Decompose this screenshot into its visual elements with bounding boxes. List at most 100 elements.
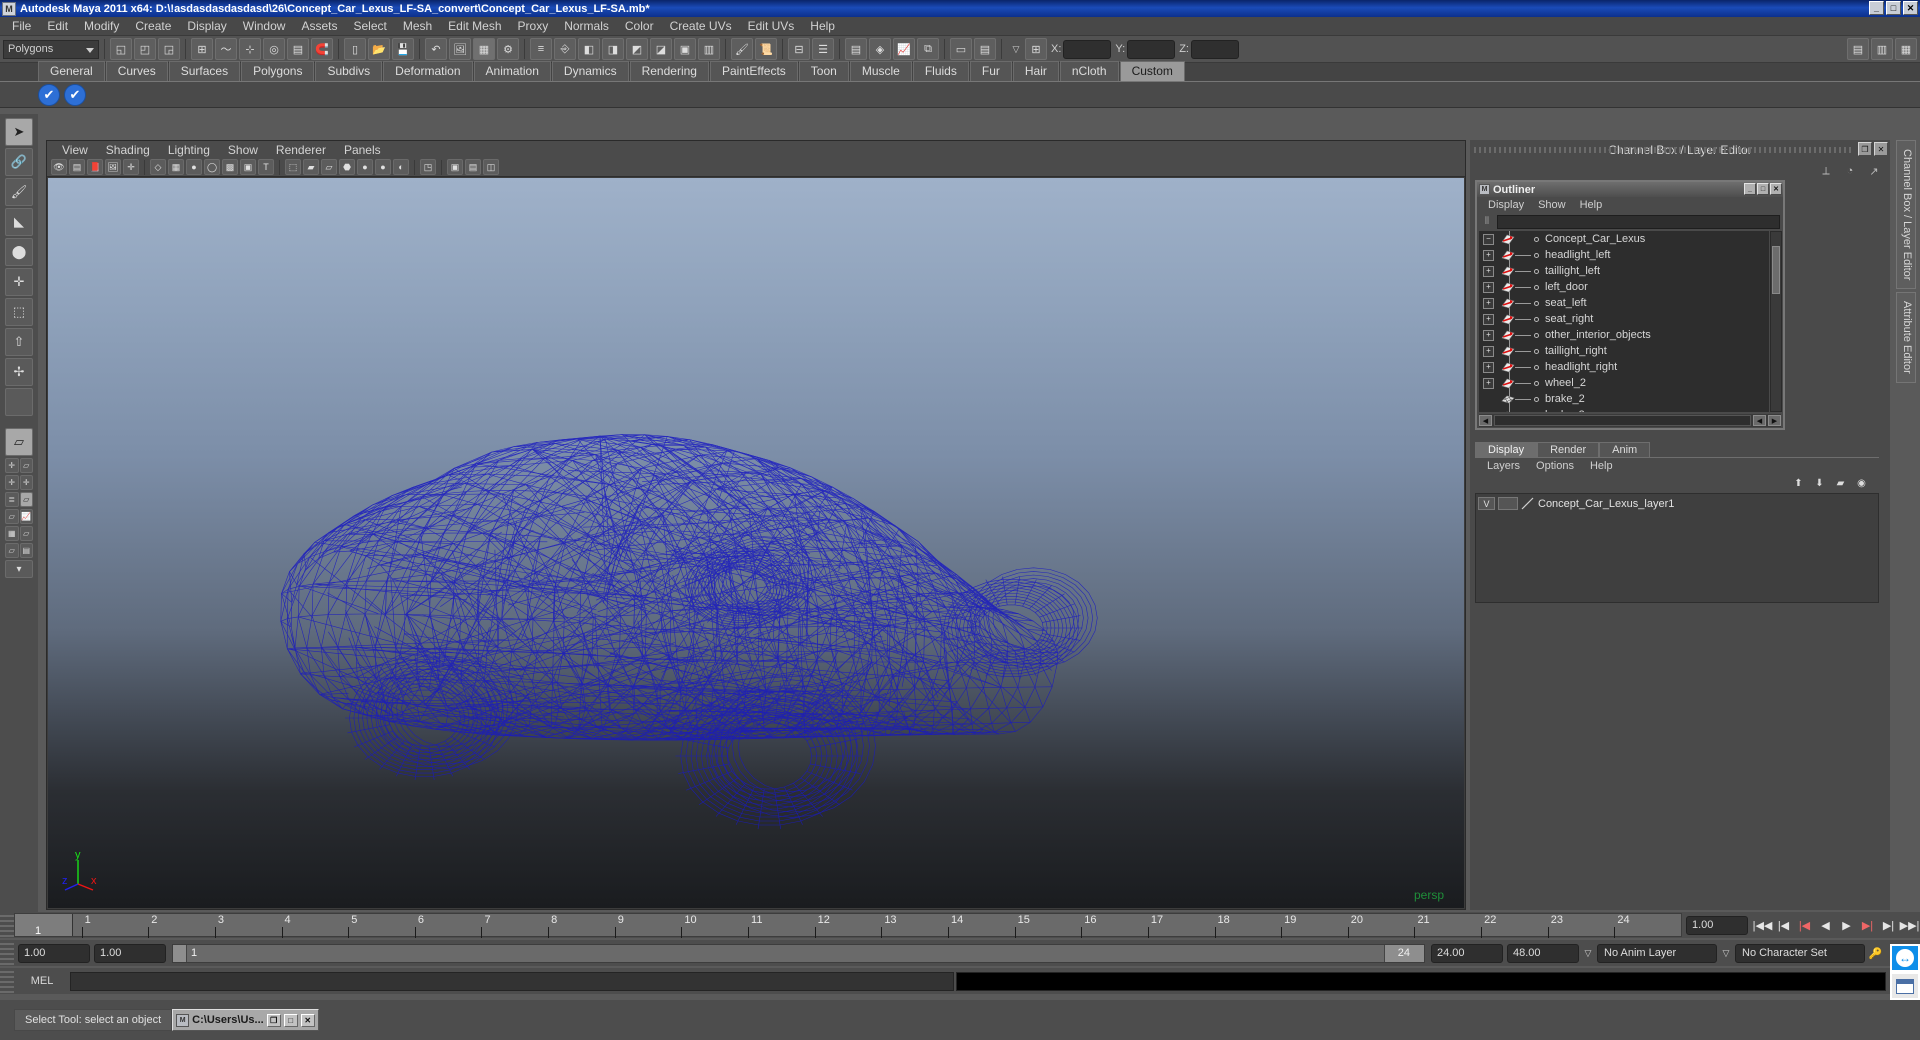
rotate-tool[interactable]: ⬤ [5,238,33,266]
select-by-object-icon[interactable]: ◰ [134,38,156,60]
viewport-menu-show[interactable]: Show [219,142,267,158]
range-track[interactable]: 1 24 [172,943,1425,963]
shelf-tab-ncloth[interactable]: nCloth [1059,61,1119,81]
range-left-handle[interactable] [173,944,187,962]
anim-layer-dropdown-icon[interactable]: ▽ [1579,944,1597,963]
four-view-layout[interactable]: ✛ [5,458,19,473]
close-button[interactable]: ✕ [300,1013,315,1027]
absolute-relative-transform-icon[interactable]: ⊞ [1025,38,1047,60]
clock-icon[interactable]: ◔ [1842,163,1858,179]
bookmark-icon[interactable]: 📕 [87,159,103,175]
snapshot-icon[interactable]: ▣ [447,159,463,175]
shelf-tab-custom[interactable]: Custom [1119,61,1185,81]
three-pane-layout[interactable]: ✛ [19,475,33,490]
paint-select-tool[interactable]: 🖌 [5,178,33,206]
component-editor-icon[interactable]: ▤ [974,38,996,60]
anim-layer-combo[interactable]: No Anim Layer [1597,943,1717,963]
outliner-item[interactable]: + other_interior_objects [1479,327,1769,343]
new-layer-from-selected-icon[interactable]: ◉ [1854,476,1869,490]
viewport-menu-panels[interactable]: Panels [335,142,390,158]
sidebar-toggle-6-icon[interactable]: ▥ [698,38,720,60]
outliner-search-input[interactable] [1497,214,1780,229]
hypershade-persp-layout[interactable]: ▦ [5,526,19,541]
outliner-menu-help[interactable]: Help [1573,199,1610,211]
step-forward-keyframe-icon[interactable]: ▶| [1878,915,1899,935]
new-layer-icon[interactable]: ▰ [1833,476,1848,490]
outliner-close-button[interactable]: ✕ [1770,183,1782,195]
menu-item-create[interactable]: Create [127,17,179,35]
outliner-item[interactable]: brake_3 [1479,407,1769,412]
y-input[interactable] [1127,39,1176,59]
animation-start-field[interactable]: 1.00 [18,943,90,963]
persp-render-layout[interactable]: ▱ [19,526,33,541]
collapse-icon[interactable]: − [1483,233,1494,245]
layer-tab-render[interactable]: Render [1537,442,1600,457]
menu-item-assets[interactable]: Assets [293,17,345,35]
paint-effects-icon[interactable]: 🖌 [731,38,753,60]
shelf-tab-general[interactable]: General [38,61,105,81]
shelf-tab-deformation[interactable]: Deformation [383,61,473,81]
outliner-item[interactable]: + seat_right [1479,311,1769,327]
animation-end-field[interactable]: 48.00 [1507,943,1579,963]
outliner-item[interactable]: brake_2 [1479,391,1769,407]
shelf-tab-fur[interactable]: Fur [969,61,1012,81]
playback-end-field[interactable]: 24.00 [1431,943,1503,963]
layer-tab-anim[interactable]: Anim [1599,442,1651,457]
shelf-tab-toon[interactable]: Toon [798,61,849,81]
snap-to-view-planes-icon[interactable]: ▤ [287,38,309,60]
key-icon[interactable]: 🔑 [1865,943,1886,963]
expand-icon[interactable]: + [1483,249,1494,261]
outliner-persp-layout[interactable]: ≣ [5,492,19,507]
hypershade-icon[interactable]: ◈ [869,38,891,60]
smooth-shade-all-icon[interactable]: ▰ [303,159,319,175]
expand-icon[interactable]: + [1483,345,1494,357]
resolution-gate-icon[interactable]: ● [186,159,202,175]
menu-item-create-uvs[interactable]: Create UVs [662,17,740,35]
layer-visibility-toggle[interactable]: V [1478,497,1495,510]
expand-icon[interactable]: + [1483,297,1494,309]
render-view-icon[interactable]: 🖼 [449,38,471,60]
outliner-minimize-button[interactable]: _ [1744,183,1756,195]
layer-menu-options[interactable]: Options [1528,460,1582,472]
select-camera-icon[interactable]: 👁 [51,159,67,175]
menu-item-display[interactable]: Display [179,17,234,35]
menu-item-edit-uvs[interactable]: Edit UVs [740,17,803,35]
make-live-icon[interactable]: 🧲 [311,38,333,60]
image-plane-icon[interactable]: 🖼 [105,159,121,175]
camera-attributes-icon[interactable]: ▤ [69,159,85,175]
undo-icon[interactable]: ↶ [425,38,447,60]
outliner-menu-show[interactable]: Show [1531,199,1573,211]
expand-icon[interactable]: + [1483,361,1494,373]
layer-tab-display[interactable]: Display [1475,442,1538,457]
sidebar-toggle-1-icon[interactable]: ◧ [578,38,600,60]
expand-icon[interactable]: + [1483,313,1494,325]
panel-close-button[interactable]: ✕ [1874,142,1888,156]
layer-playback-toggle[interactable] [1498,497,1518,510]
axis-display-icon[interactable]: ⟂ [1818,163,1834,179]
use-default-light-icon[interactable]: ● [357,159,373,175]
xray-icon[interactable]: ◳ [420,159,436,175]
minimize-button[interactable]: _ [1869,1,1884,15]
command-language-label[interactable]: MEL [14,975,70,987]
expand-icon[interactable]: + [1483,281,1494,293]
command-line-grip[interactable] [0,969,14,993]
current-frame-field[interactable]: 1.00 [1686,915,1748,935]
blind-data-icon[interactable]: ▭ [950,38,972,60]
graph-editor-icon[interactable]: 📈 [893,38,915,60]
transform-field-dropdown-icon[interactable]: ▽ [1007,40,1025,59]
snap-to-projected-center-icon[interactable]: ◎ [263,38,285,60]
menu-item-file[interactable]: File [4,17,39,35]
sidebar-toggle-4-icon[interactable]: ◪ [650,38,672,60]
snap-to-grid-icon[interactable]: ⊞ [191,38,213,60]
outliner-item[interactable]: + headlight_left [1479,247,1769,263]
scale-tool[interactable]: ✛ [5,268,33,296]
select-by-hierarchy-icon[interactable]: ◱ [110,38,132,60]
shelf-tab-subdivs[interactable]: Subdivs [315,61,383,81]
wireframe-icon[interactable]: ⬚ [285,159,301,175]
menu-item-help[interactable]: Help [802,17,843,35]
layer-menu-layers[interactable]: Layers [1479,460,1528,472]
outliner-tree[interactable]: − Concept_Car_Lexus + headlight_left + tailli… [1479,231,1769,412]
move-layer-down-icon[interactable]: ⬇ [1812,476,1827,490]
new-scene-icon[interactable]: ▯ [344,38,366,60]
use-all-lights-icon[interactable]: ● [375,159,391,175]
